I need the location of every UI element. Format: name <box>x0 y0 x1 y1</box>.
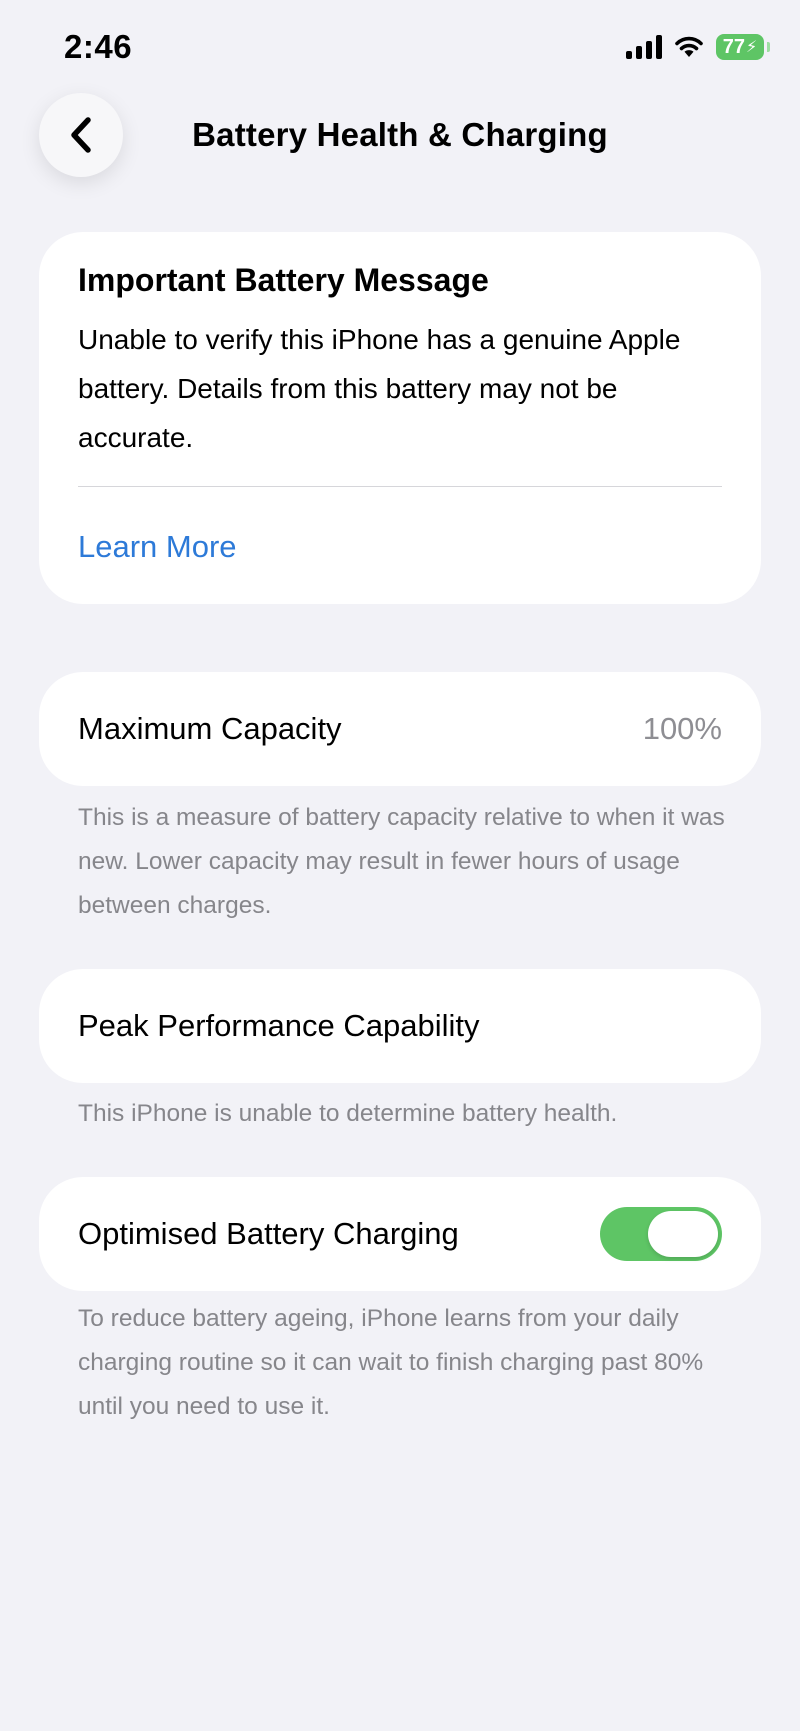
maximum-capacity-label: Maximum Capacity <box>78 711 342 746</box>
optimised-charging-label: Optimised Battery Charging <box>78 1216 459 1251</box>
status-icons: 77 ⚡ <box>626 34 770 60</box>
optimised-charging-description: To reduce battery ageing, iPhone learns … <box>78 1305 704 1420</box>
status-bar: 2:46 77 ⚡ <box>0 0 800 90</box>
optimised-charging-row: Optimised Battery Charging <box>39 1177 761 1291</box>
divider <box>78 486 722 487</box>
peak-performance-label: Peak Performance Capability <box>78 1008 480 1043</box>
battery-message-card: Important Battery Message Unable to veri… <box>39 232 761 604</box>
maximum-capacity-row: Maximum Capacity 100% <box>39 672 761 786</box>
wifi-icon <box>675 36 703 57</box>
back-button[interactable] <box>39 93 123 177</box>
peak-performance-row: Peak Performance Capability <box>39 969 761 1083</box>
cellular-signal-icon <box>626 35 662 59</box>
maximum-capacity-value: 100% <box>642 711 722 746</box>
battery-message-body: Unable to verify this iPhone has a genui… <box>78 324 681 453</box>
chevron-left-icon <box>71 117 91 153</box>
optimised-charging-toggle[interactable] <box>600 1207 722 1261</box>
maximum-capacity-description: This is a measure of battery capacity re… <box>78 804 725 919</box>
battery-message-heading: Important Battery Message <box>78 262 489 298</box>
bolt-icon: ⚡ <box>746 39 758 56</box>
learn-more-link[interactable]: Learn More <box>78 529 237 565</box>
status-time: 2:46 <box>64 28 133 65</box>
peak-performance-description: This iPhone is unable to determine batte… <box>78 1100 618 1127</box>
toggle-knob <box>648 1211 718 1257</box>
page-title: Battery Health & Charging <box>192 116 608 153</box>
battery-level-text: 77 <box>722 35 745 58</box>
battery-charging-icon: 77 ⚡ <box>716 34 770 60</box>
